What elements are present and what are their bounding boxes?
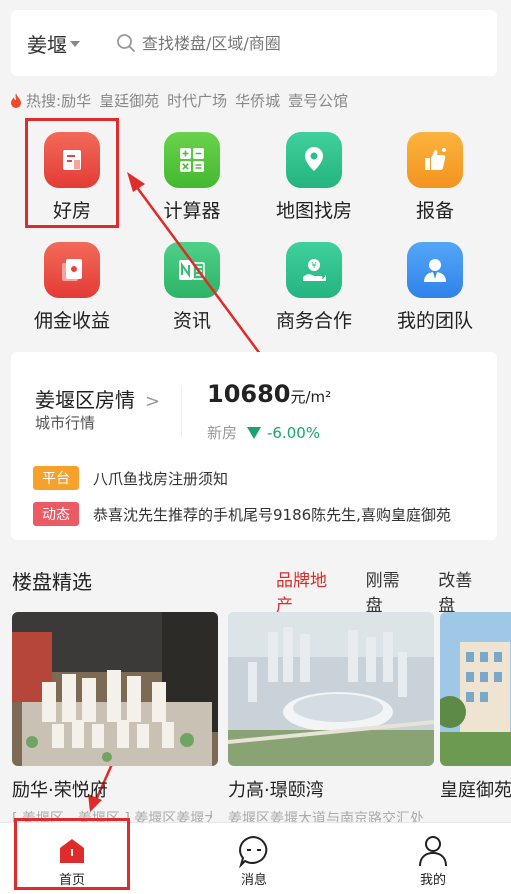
property-image	[12, 612, 218, 766]
user-icon	[393, 833, 473, 869]
property-carousel: 励华·荣悦府 [ 姜堰区 - 姜堰区 ] 姜堰区姜堰大道 力高·璟颐湾 姜堰区姜…	[12, 612, 511, 827]
badge-dynamic: 动态	[33, 502, 79, 526]
highlight-box-home	[14, 818, 130, 890]
market-title-text: 姜堰区房情	[35, 388, 135, 412]
section-tabs: 品牌地产 刚需盘 改善盘	[276, 566, 511, 624]
new-house-label: 新房	[207, 424, 238, 442]
price-value: 10680	[207, 380, 291, 408]
tab-brand[interactable]: 品牌地产	[276, 566, 344, 624]
market-title[interactable]: 姜堰区房情 >	[35, 384, 160, 413]
nav-profile[interactable]: 我的	[393, 833, 473, 888]
down-triangle-icon	[247, 426, 262, 439]
property-name: 励华·荣悦府	[12, 780, 108, 801]
nav-label: 消息	[240, 873, 267, 888]
property-image	[228, 612, 434, 766]
nav-messages[interactable]: 消息	[214, 833, 294, 888]
avg-price: 10680元/m²	[207, 380, 331, 408]
notice-dynamic[interactable]: 动态 恭喜沈先生推荐的手机尾号9186陈先生,喜购皇庭御苑	[33, 502, 493, 526]
market-card[interactable]: 姜堰区房情 > 城市行情 10680元/m² 新房 -6.00% 平台 八爪鱼找房…	[11, 352, 497, 540]
property-card[interactable]: 力高·璟颐湾 姜堰区姜堰大道与南京路交汇处	[228, 612, 434, 828]
message-icon	[214, 833, 294, 869]
notice-text: 恭喜沈先生推荐的手机尾号9186陈先生,喜购皇庭御苑	[93, 505, 451, 524]
price-unit: 元/m²	[290, 388, 332, 406]
change-percent: -6.00%	[267, 423, 321, 442]
tab-essential[interactable]: 刚需盘	[366, 566, 417, 616]
market-subtitle: 城市行情	[35, 414, 96, 432]
tab-upgrade[interactable]: 改善盘	[438, 566, 489, 616]
notice-platform[interactable]: 平台 八爪鱼找房注册须知	[33, 466, 228, 490]
section-title: 楼盘精选	[12, 570, 92, 594]
property-name: 力高·璟颐湾	[228, 780, 324, 801]
divider	[181, 386, 182, 436]
property-image	[440, 612, 511, 766]
property-card[interactable]: 励华·荣悦府 [ 姜堰区 - 姜堰区 ] 姜堰区姜堰大道	[12, 612, 218, 828]
price-change: 新房 -6.00%	[207, 422, 320, 443]
property-name: 皇庭御苑	[440, 780, 511, 801]
notice-text: 八爪鱼找房注册须知	[93, 469, 229, 488]
badge-platform: 平台	[33, 466, 79, 490]
nav-label: 我的	[419, 873, 446, 888]
chevron-right-icon: >	[145, 391, 161, 412]
property-card[interactable]: 皇庭御苑	[440, 612, 511, 802]
